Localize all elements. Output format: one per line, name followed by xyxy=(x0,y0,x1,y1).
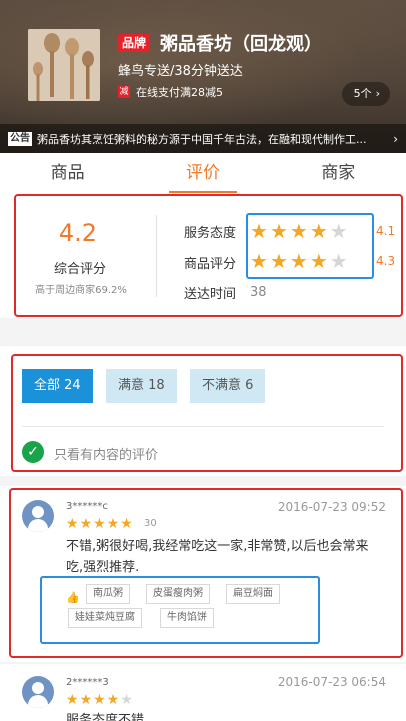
activity-count: 5个 xyxy=(353,87,372,100)
notice-tag: 公告 xyxy=(8,131,32,146)
notice-bar[interactable]: 公告 粥品香坊其烹饪粥料的秘方源于中国千年古法，在融和现代制作工... › xyxy=(0,124,406,153)
notice-text: 粥品香坊其烹饪粥料的秘方源于中国千年古法，在融和现代制作工... xyxy=(37,132,367,146)
star-icon: ★ xyxy=(120,692,133,708)
brand-badge: 品牌 xyxy=(118,34,151,52)
tab-goods[interactable]: 商品 xyxy=(0,153,135,193)
shop-logo xyxy=(28,29,100,101)
review-user: 2******3 xyxy=(66,677,109,688)
promo-row: 减 在线支付满28减5 xyxy=(118,85,223,99)
rating-summary: 4.2 综合评分 高于周边商家69.2% 服务态度 ★ ★ ★ ★ ★ 4.1 … xyxy=(0,193,406,318)
avatar xyxy=(22,676,54,708)
activity-count-button[interactable]: 5个 › xyxy=(341,82,390,106)
star-icon: ★ xyxy=(79,692,93,708)
tab-bar: 商品 评价 商家 xyxy=(0,153,406,193)
rating-filter: 全部 24 满意 18 不满意 6 ✓ 只看有内容的评价 xyxy=(0,346,406,476)
discount-icon: 减 xyxy=(118,86,130,98)
highlight-box xyxy=(246,213,374,279)
review-item: 2******3 2016-07-23 06:54 ★ ★ ★ ★ ★ 服务态度… xyxy=(0,664,406,721)
review-stars: ★ ★ ★ ★ ★ xyxy=(66,693,133,707)
review-time: 2016-07-23 06:54 xyxy=(277,675,386,689)
shop-name: 粥品香坊（回龙观） xyxy=(160,34,322,55)
tab-ratings[interactable]: 评价 xyxy=(135,153,270,193)
review-text: 服务态度不错 xyxy=(66,713,145,721)
chevron-right-icon: › xyxy=(393,131,398,146)
tab-seller[interactable]: 商家 xyxy=(271,153,406,193)
star-icon: ★ xyxy=(66,692,79,708)
review-item: 3******c 2016-07-23 09:52 ★ ★ ★ ★ ★ 30 不… xyxy=(0,486,406,662)
star-icon: ★ xyxy=(93,692,106,708)
promo-text: 在线支付满28减5 xyxy=(136,86,223,99)
chevron-right-icon: › xyxy=(375,87,380,100)
star-icon: ★ xyxy=(106,692,120,708)
highlight-box xyxy=(11,354,403,472)
delivery-info: 蜂鸟专送/38分钟送达 xyxy=(118,64,243,79)
highlight-box xyxy=(9,488,403,658)
shop-header: 品牌 粥品香坊（回龙观） 蜂鸟专送/38分钟送达 减 在线支付满28减5 5个 … xyxy=(0,0,406,153)
